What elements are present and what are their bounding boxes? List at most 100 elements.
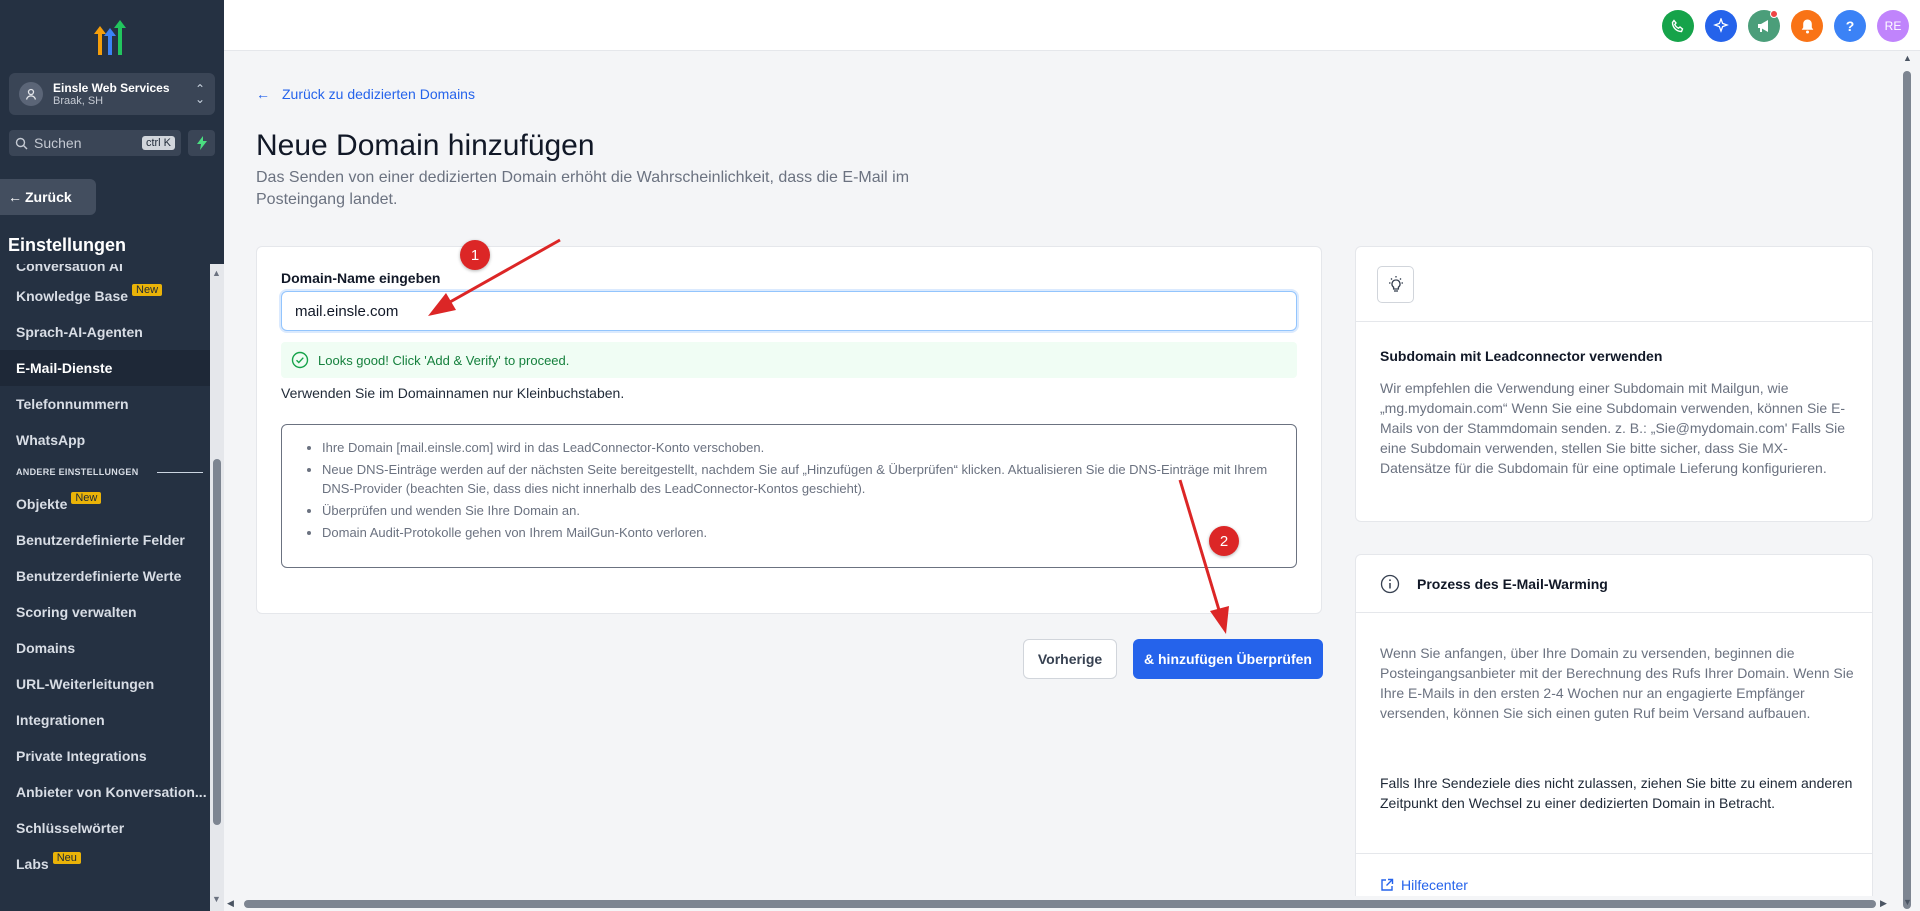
- sidebar-item-label: Private Integrations: [16, 748, 147, 764]
- section-divider: [156, 471, 203, 473]
- sidebar-item-label: Conversation AI: [16, 264, 123, 274]
- search-icon: [15, 137, 28, 149]
- domain-name-input[interactable]: [281, 291, 1297, 331]
- nav-section-other-settings: ANDERE EINSTELLUNGEN: [0, 458, 210, 486]
- search-shortcut: ctrl K: [141, 136, 175, 150]
- sidebar-item-keywords[interactable]: Schlüsselwörter: [0, 810, 210, 846]
- bolt-icon: [196, 136, 207, 150]
- notification-dot: [1770, 10, 1778, 18]
- sidebar-item-voice-ai-agents[interactable]: Sprach-AI-Agenten: [0, 314, 210, 350]
- sidebar-item-url-redirects[interactable]: URL-Weiterleitungen: [0, 666, 210, 702]
- back-to-domains-link[interactable]: ← Zurück zu dedizierten Domains: [256, 86, 475, 102]
- domain-form-card: Domain-Name eingeben Looks good! Click '…: [256, 246, 1322, 614]
- new-badge: New: [71, 492, 102, 504]
- domain-name-label: Domain-Name eingeben: [281, 270, 441, 286]
- chevron-updown-icon: ⌃ ⌄: [194, 82, 205, 106]
- arrow-left-icon: ←: [8, 189, 22, 205]
- validation-success-text: Looks good! Click 'Add & Verify' to proc…: [318, 352, 570, 368]
- tip-card-body: Wir empfehlen die Verwendung einer Subdo…: [1380, 380, 1846, 476]
- sidebar-item-label: Anbieter von Konversation...: [16, 784, 207, 800]
- scroll-down-icon[interactable]: ▼: [212, 894, 221, 904]
- email-warming-card: Prozess des E-Mail-Warming Wenn Sie anfa…: [1355, 554, 1873, 911]
- sidebar-search[interactable]: Suchen ctrl K: [9, 130, 181, 156]
- lightbulb-icon: [1377, 266, 1414, 303]
- scroll-right-icon[interactable]: ▶: [1880, 898, 1887, 909]
- sidebar-item-domains[interactable]: Domains: [0, 630, 210, 666]
- help-center-label: Hilfecenter: [1401, 877, 1468, 893]
- quick-actions-button[interactable]: [188, 130, 215, 156]
- bell-icon: [1801, 19, 1813, 34]
- scroll-up-icon[interactable]: ▲: [212, 268, 221, 278]
- migration-info-box: Ihre Domain [mail.einsle.com] wird in da…: [281, 424, 1297, 568]
- sidebar-item-custom-fields[interactable]: Benutzerdefinierte Felder: [0, 522, 210, 558]
- sidebar-item-objects[interactable]: Objekte New: [0, 486, 210, 522]
- arrow-left-icon: ←: [256, 86, 270, 102]
- sidebar-scroll-thumb[interactable]: [213, 459, 221, 825]
- sidebar-item-private-integrations[interactable]: Private Integrations: [0, 738, 210, 774]
- megaphone-icon: [1758, 20, 1768, 32]
- sidebar-item-phone-numbers[interactable]: Telefonnummern: [0, 386, 210, 422]
- help-button[interactable]: ?: [1834, 10, 1866, 42]
- help-icon: ?: [1845, 18, 1855, 34]
- sidebar-item-whatsapp[interactable]: WhatsApp: [0, 422, 210, 458]
- tip-card-title: Subdomain mit Leadconnector verwenden: [1380, 348, 1663, 364]
- main-vertical-scroll-thumb[interactable]: [1903, 71, 1911, 909]
- sidebar-item-custom-values[interactable]: Benutzerdefinierte Werte: [0, 558, 210, 594]
- sidebar-item-label: Sprach-AI-Agenten: [16, 324, 143, 340]
- main-horizontal-scrollbar[interactable]: ◀ ▶: [224, 896, 1894, 911]
- sidebar-item-label: Scoring verwalten: [16, 604, 137, 620]
- sidebar-item-label: Knowledge Base: [16, 288, 129, 304]
- account-location: Braak, SH: [53, 95, 104, 107]
- scroll-left-icon[interactable]: ◀: [227, 898, 234, 909]
- scroll-down-icon[interactable]: ▼: [1903, 897, 1912, 907]
- main-content: ← Zurück zu dedizierten Domains Neue Dom…: [224, 51, 1894, 911]
- sparkle-icon: [1713, 18, 1729, 33]
- notifications-button[interactable]: [1791, 10, 1823, 42]
- warming-card-note: Falls Ihre Sendeziele dies nicht zulasse…: [1380, 775, 1853, 811]
- info-bullet: Ihre Domain [mail.einsle.com] wird in da…: [322, 438, 1280, 457]
- sidebar-item-label: E-Mail-Dienste: [16, 360, 113, 376]
- warming-card-body: Wenn Sie anfangen, über Ihre Domain zu v…: [1380, 645, 1854, 721]
- annotation-badge-1: 1: [460, 240, 490, 270]
- sidebar-item-conversation-providers[interactable]: Anbieter von Konversation...: [0, 774, 210, 810]
- avatar[interactable]: RE: [1877, 10, 1909, 42]
- previous-button[interactable]: Vorherige: [1023, 639, 1117, 679]
- check-circle-icon: [291, 351, 309, 369]
- location-avatar-icon: [19, 82, 43, 106]
- app-logo[interactable]: [86, 16, 134, 56]
- external-link-icon: [1381, 878, 1394, 891]
- main-horizontal-scroll-thumb[interactable]: [244, 900, 1876, 908]
- back-button-label: Zurück: [25, 189, 72, 205]
- sidebar-item-label: Benutzerdefinierte Felder: [16, 532, 185, 548]
- sidebar-item-labs[interactable]: Labs Neu: [0, 846, 210, 882]
- sidebar-item-integrations[interactable]: Integrationen: [0, 702, 210, 738]
- sidebar-item-scoring[interactable]: Scoring verwalten: [0, 594, 210, 630]
- ai-assistant-button[interactable]: [1705, 10, 1737, 42]
- sidebar-item-conversation-ai[interactable]: Conversation AI: [0, 264, 210, 278]
- lowercase-hint: Verwenden Sie im Domainnamen nur Kleinbu…: [281, 385, 625, 401]
- back-button[interactable]: ← Zurück: [0, 179, 96, 215]
- new-badge: New: [132, 284, 163, 296]
- add-and-verify-button[interactable]: & hinzufügen Überprüfen: [1133, 639, 1323, 679]
- sidebar-item-knowledge-base[interactable]: Knowledge Base New: [0, 278, 210, 314]
- sidebar-item-label: WhatsApp: [16, 432, 86, 448]
- announcements-button[interactable]: [1748, 10, 1780, 42]
- sidebar-item-label: Benutzerdefinierte Werte: [16, 568, 182, 584]
- account-name: Einsle Web Services: [53, 81, 170, 95]
- validation-success-message: Looks good! Click 'Add & Verify' to proc…: [281, 342, 1297, 378]
- help-center-link[interactable]: Hilfecenter: [1380, 877, 1468, 893]
- sidebar-scrollbar[interactable]: ▲ ▼: [210, 264, 224, 911]
- sidebar-item-label: URL-Weiterleitungen: [16, 676, 155, 692]
- sidebar-item-label: Domains: [16, 640, 76, 656]
- sidebar-item-label: Telefonnummern: [16, 396, 129, 412]
- sidebar: Einsle Web Services Braak, SH ⌃ ⌄ Suchen …: [0, 0, 224, 911]
- page-title: Neue Domain hinzufügen: [256, 129, 595, 162]
- scroll-up-icon[interactable]: ▲: [1903, 53, 1912, 63]
- main-vertical-scrollbar[interactable]: ▲ ▼: [1894, 51, 1920, 911]
- sidebar-item-label: Objekte: [16, 496, 68, 512]
- sidebar-item-email-services[interactable]: E-Mail-Dienste: [0, 350, 210, 386]
- account-switcher[interactable]: Einsle Web Services Braak, SH ⌃ ⌄: [9, 73, 215, 115]
- sidebar-item-label: Schlüsselwörter: [16, 820, 125, 836]
- phone-button[interactable]: [1662, 10, 1694, 42]
- settings-nav: Conversation AI Knowledge Base New Sprach…: [0, 264, 210, 904]
